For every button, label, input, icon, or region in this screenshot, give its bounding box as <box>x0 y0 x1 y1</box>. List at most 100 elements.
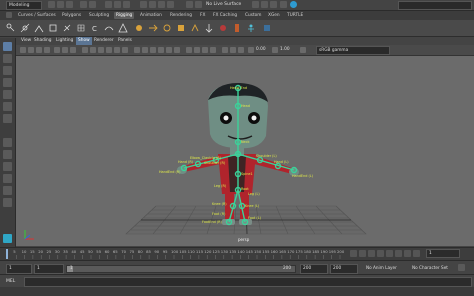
render-settings-icon[interactable] <box>270 1 277 8</box>
paint-select-tool-icon[interactable] <box>3 66 12 75</box>
step-forward-key-icon[interactable] <box>404 250 411 257</box>
nonlinear-deformer-icon[interactable] <box>118 23 128 33</box>
image-plane-icon[interactable] <box>54 47 60 53</box>
step-back-frame-icon[interactable] <box>368 250 375 257</box>
isolate-select-icon[interactable] <box>222 47 228 53</box>
wireframe-on-shaded-icon[interactable] <box>150 47 156 53</box>
orient-constraint-icon[interactable] <box>162 23 172 33</box>
grid-toggle-icon[interactable] <box>82 47 88 53</box>
range-slider-bar[interactable] <box>66 265 296 273</box>
rotate-tool-icon[interactable] <box>3 90 12 99</box>
wire-deformer-icon[interactable] <box>104 23 114 33</box>
play-backwards-icon[interactable] <box>377 250 384 257</box>
shelf-tab-animation[interactable]: Animation <box>138 12 164 19</box>
grease-pencil-icon[interactable] <box>70 47 76 53</box>
film-gate-icon[interactable] <box>90 47 96 53</box>
shelf-tab-fx[interactable]: FX <box>198 12 207 19</box>
human-ik-icon[interactable] <box>246 23 256 33</box>
snap-grid-icon[interactable] <box>140 1 147 8</box>
animation-end-field[interactable]: 200 <box>330 264 358 274</box>
view-transform-select[interactable]: sRGB gamma <box>316 46 390 55</box>
last-tool-icon[interactable] <box>3 114 12 123</box>
open-scene-icon[interactable] <box>57 1 64 8</box>
go-to-start-icon[interactable] <box>350 250 357 257</box>
lasso-tool-icon[interactable] <box>3 54 12 63</box>
character-set-select[interactable]: No Character Set <box>412 264 448 272</box>
wireframe-icon[interactable] <box>134 47 140 53</box>
pole-vector-icon[interactable] <box>204 23 214 33</box>
textured-icon[interactable] <box>158 47 164 53</box>
bookmarks-icon[interactable] <box>44 47 50 53</box>
depth-of-field-icon[interactable] <box>210 47 216 53</box>
smooth-shade-icon[interactable] <box>142 47 148 53</box>
xray-joints-icon[interactable] <box>238 47 244 53</box>
ipr-render-icon[interactable] <box>261 1 268 8</box>
motion-blur-icon[interactable] <box>194 47 200 53</box>
step-forward-frame-icon[interactable] <box>395 250 402 257</box>
create-joints-icon[interactable] <box>6 23 16 33</box>
scale-constraint-icon[interactable] <box>176 23 186 33</box>
exposure-field[interactable]: 0.00 <box>256 46 266 54</box>
render-frame-icon[interactable] <box>252 1 259 8</box>
ik-handle-icon[interactable] <box>34 23 44 33</box>
screen-space-ao-icon[interactable] <box>186 47 192 53</box>
shelf-tab-rendering[interactable]: Rendering <box>168 12 194 19</box>
bind-skin-icon[interactable] <box>48 23 58 33</box>
command-input[interactable] <box>24 277 472 287</box>
gamma-icon[interactable] <box>272 47 278 53</box>
panel-menu-lighting[interactable]: Lighting <box>54 37 75 45</box>
shelf-tab-rigging[interactable]: Rigging <box>114 12 135 19</box>
shadows-icon[interactable] <box>174 47 180 53</box>
snap-curve-icon[interactable] <box>149 1 156 8</box>
shelf-tab-fx-caching[interactable]: FX Caching <box>211 12 239 19</box>
panel-menu-shading[interactable]: Shading <box>32 37 53 45</box>
animation-start-field[interactable]: 1 <box>6 264 32 274</box>
set-driven-key-icon[interactable] <box>218 23 228 33</box>
panel-menu-show[interactable]: Show <box>76 37 92 45</box>
panel-menu-panels[interactable]: Panels <box>116 37 134 45</box>
perspective-viewport[interactable]: Head_End Head Neck Elbow_Clavicle (R) Sh… <box>16 56 474 246</box>
arnold-icon[interactable] <box>290 1 297 8</box>
paint-weights-icon[interactable] <box>62 23 72 33</box>
snap-point-icon[interactable] <box>158 1 165 8</box>
four-view-layout-icon[interactable] <box>3 150 12 159</box>
gamma-field[interactable]: 1.00 <box>280 46 290 54</box>
redo-icon[interactable] <box>89 1 96 8</box>
lattice-icon[interactable] <box>76 23 86 33</box>
graph-editor-layout-icon[interactable] <box>3 174 12 183</box>
shelf-settings-icon[interactable] <box>6 12 12 18</box>
cluster-icon[interactable]: C <box>90 23 100 33</box>
key-icon[interactable] <box>458 264 465 271</box>
use-all-lights-icon[interactable] <box>166 47 172 53</box>
field-chart-icon[interactable] <box>114 47 120 53</box>
anti-aliasing-icon[interactable] <box>202 47 208 53</box>
hypershade-layout-icon[interactable] <box>3 186 12 195</box>
lock-camera-icon[interactable] <box>28 47 34 53</box>
undo-icon[interactable] <box>80 1 87 8</box>
hypershade-icon[interactable] <box>280 1 287 8</box>
exposure-icon[interactable] <box>248 47 254 53</box>
shelf-tab-sculpting[interactable]: Sculpting <box>87 12 111 19</box>
snap-surface-icon[interactable] <box>167 1 174 8</box>
insert-joint-icon[interactable] <box>20 23 30 33</box>
current-frame-field[interactable]: 1 <box>426 249 460 258</box>
shelf-tab-polygons[interactable]: Polygons <box>60 12 83 19</box>
scale-tool-icon[interactable] <box>3 102 12 111</box>
script-language-label[interactable]: MEL <box>6 278 15 285</box>
playback-end-field[interactable]: 200 <box>300 264 328 274</box>
select-camera-icon[interactable] <box>20 47 26 53</box>
shelf-tab-turtle[interactable]: TURTLE <box>285 12 305 19</box>
camera-attributes-icon[interactable] <box>36 47 42 53</box>
menu-set-select[interactable]: Modeling <box>6 1 42 10</box>
parent-constraint-icon[interactable] <box>190 23 200 33</box>
xray-icon[interactable] <box>230 47 236 53</box>
select-hierarchy-icon[interactable] <box>105 1 112 8</box>
workspace-select[interactable] <box>398 1 472 10</box>
go-to-end-icon[interactable] <box>413 250 420 257</box>
resolution-gate-icon[interactable] <box>98 47 104 53</box>
step-back-key-icon[interactable] <box>359 250 366 257</box>
select-object-icon[interactable] <box>114 1 121 8</box>
gate-mask-icon[interactable] <box>106 47 112 53</box>
play-forwards-icon[interactable] <box>386 250 393 257</box>
shelf-tab-custom[interactable]: Custom <box>243 12 263 19</box>
